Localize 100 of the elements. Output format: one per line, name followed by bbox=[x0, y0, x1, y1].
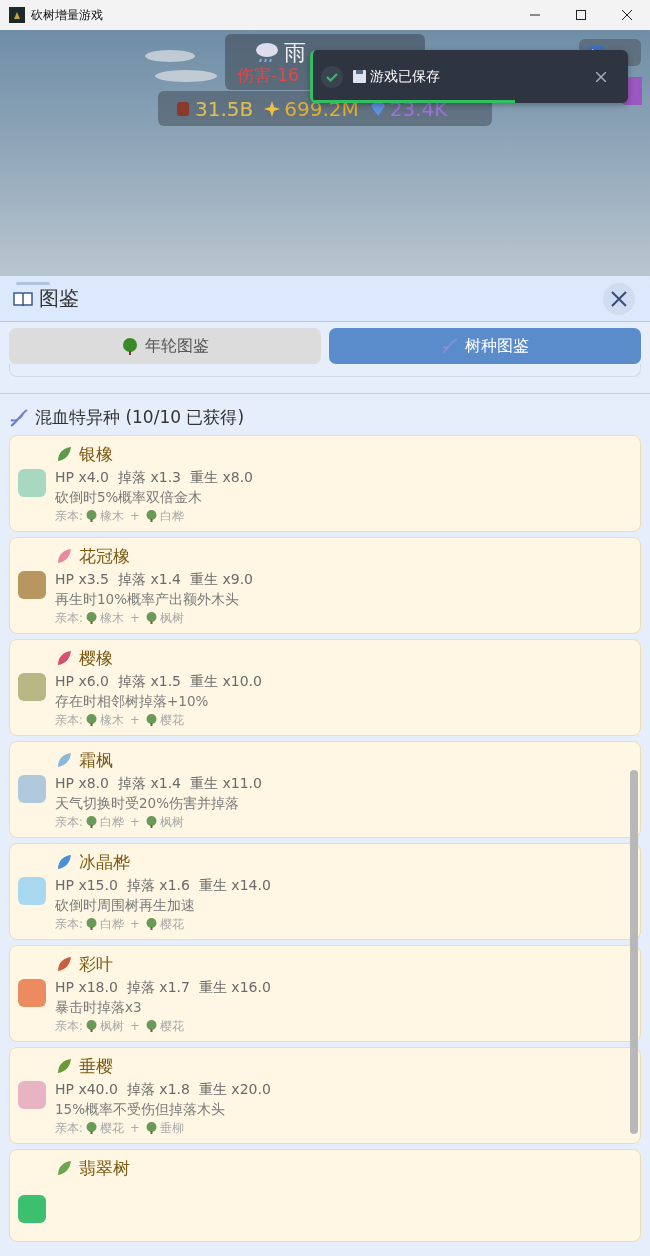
stat-multiplier: 掉落 x1.5 bbox=[118, 672, 181, 691]
parent-name: 橡木 bbox=[99, 610, 124, 627]
close-icon bbox=[596, 71, 606, 82]
parents-label: 亲本: bbox=[55, 916, 83, 933]
weather-label: 雨 bbox=[284, 39, 306, 67]
effect-description: 再生时10%概率产出额外木头 bbox=[55, 590, 240, 609]
stat-multiplier: 掉落 x1.7 bbox=[126, 978, 190, 997]
leaf-icon bbox=[55, 445, 73, 463]
parent-name: 白桦 bbox=[99, 916, 124, 933]
tree-icon bbox=[121, 337, 139, 355]
parent-name: 樱花 bbox=[159, 1018, 184, 1035]
stat-multiplier: 重生 x16.0 bbox=[198, 978, 271, 997]
dna-icon bbox=[9, 407, 29, 428]
parent-name: 枫树 bbox=[99, 1018, 124, 1035]
tab[interactable]: 树种图鉴 bbox=[329, 328, 641, 364]
close-icon bbox=[611, 290, 627, 307]
parent-name: 白桦 bbox=[99, 814, 124, 831]
dna-icon bbox=[441, 337, 459, 355]
parent-name: 樱花 bbox=[159, 712, 184, 729]
effect-description: 暴击时掉落x3 bbox=[55, 998, 143, 1017]
tree-icon bbox=[145, 510, 157, 522]
close-icon bbox=[622, 10, 632, 20]
plus-sign: + bbox=[129, 814, 140, 831]
parent-name: 枫树 bbox=[159, 814, 184, 831]
cloud bbox=[145, 50, 195, 62]
cloud bbox=[155, 70, 217, 82]
leaf-icon bbox=[55, 1159, 73, 1177]
parent-name: 樱花 bbox=[99, 1120, 124, 1137]
resource-value: 31.5B bbox=[195, 96, 254, 121]
species-name: 霜枫 bbox=[79, 749, 113, 772]
plus-sign: + bbox=[129, 508, 140, 525]
tree-icon bbox=[145, 816, 157, 828]
leaf-icon bbox=[55, 547, 73, 565]
book-icon bbox=[13, 289, 33, 308]
plus-sign: + bbox=[129, 1018, 140, 1035]
stat-multiplier: HP x6.0 bbox=[55, 672, 109, 691]
effect-description: 天气切换时受20%伤害并掉落 bbox=[55, 794, 240, 813]
stat-multiplier: HP x40.0 bbox=[55, 1080, 118, 1099]
parents-label: 亲本: bbox=[55, 814, 83, 831]
parent-name: 垂柳 bbox=[159, 1120, 184, 1137]
parent-name: 橡木 bbox=[99, 508, 124, 525]
species-name: 翡翠树 bbox=[79, 1157, 130, 1180]
leaf-icon bbox=[55, 1057, 73, 1075]
species-name: 花冠橡 bbox=[79, 545, 130, 568]
stat-multiplier: 掉落 x1.3 bbox=[118, 468, 181, 487]
stat-multiplier: HP x18.0 bbox=[55, 978, 118, 997]
tree-icon bbox=[85, 1122, 97, 1134]
parents-label: 亲本: bbox=[55, 712, 83, 729]
tree-icon bbox=[145, 714, 157, 726]
tree-icon bbox=[85, 1020, 97, 1032]
stat-multiplier: 掉落 x1.6 bbox=[126, 876, 190, 895]
parent-name: 樱花 bbox=[159, 916, 184, 933]
plus-sign: + bbox=[129, 916, 140, 933]
tree-icon bbox=[85, 714, 97, 726]
parents-label: 亲本: bbox=[55, 1018, 83, 1035]
parent-name: 枫树 bbox=[159, 610, 184, 627]
stat-multiplier: HP x15.0 bbox=[55, 876, 118, 895]
tree-icon bbox=[85, 612, 97, 624]
check-icon bbox=[321, 65, 343, 88]
species-name: 冰晶桦 bbox=[79, 851, 130, 874]
parent-name: 白桦 bbox=[159, 508, 184, 525]
effect-description: 砍倒时周围树再生加速 bbox=[55, 896, 196, 915]
stat-multiplier: 重生 x14.0 bbox=[198, 876, 271, 895]
log-icon bbox=[174, 99, 192, 118]
species-name: 彩叶 bbox=[79, 953, 113, 976]
stat-multiplier: 重生 x8.0 bbox=[190, 468, 253, 487]
scrollbar[interactable] bbox=[630, 770, 638, 1134]
parents-label: 亲本: bbox=[55, 610, 83, 627]
panel-title: 图鉴 bbox=[39, 285, 80, 312]
species-name: 樱橡 bbox=[79, 647, 113, 670]
parents-label: 亲本: bbox=[55, 508, 83, 525]
stat-multiplier: 掉落 x1.4 bbox=[118, 774, 181, 793]
effect-description: 存在时相邻树掉落+10% bbox=[55, 692, 210, 711]
stat-multiplier: 掉落 x1.4 bbox=[118, 570, 181, 589]
close-button[interactable] bbox=[603, 282, 635, 315]
tree-icon bbox=[85, 918, 97, 930]
stat-multiplier: 重生 x20.0 bbox=[198, 1080, 271, 1099]
stat-multiplier: HP x3.5 bbox=[55, 570, 109, 589]
leaf-icon bbox=[55, 853, 73, 871]
tree-icon bbox=[145, 918, 157, 930]
tab[interactable]: 年轮图鉴 bbox=[9, 328, 321, 364]
tree-icon bbox=[145, 612, 157, 624]
leaf-icon bbox=[55, 955, 73, 973]
stat-multiplier: 掉落 x1.8 bbox=[126, 1080, 190, 1099]
leaf-icon bbox=[55, 751, 73, 769]
resource-value: 699.2M bbox=[284, 96, 359, 121]
leaf-icon bbox=[55, 649, 73, 667]
section-title: 混血特异种 (10/10 已获得) bbox=[35, 406, 245, 429]
stat-multiplier: 重生 x9.0 bbox=[190, 570, 253, 589]
damage-modifier: 伤害-16 bbox=[237, 64, 299, 87]
parent-name: 橡木 bbox=[99, 712, 124, 729]
tree-icon bbox=[85, 816, 97, 828]
species-name: 垂樱 bbox=[79, 1055, 113, 1078]
rain-cloud-icon bbox=[254, 41, 280, 65]
stat-multiplier: HP x4.0 bbox=[55, 468, 109, 487]
plus-sign: + bbox=[129, 610, 140, 627]
sparkle-icon bbox=[263, 99, 282, 118]
tree-icon bbox=[85, 510, 97, 522]
tree-icon bbox=[145, 1020, 157, 1032]
effect-description: 砍倒时5%概率双倍金木 bbox=[55, 488, 204, 507]
